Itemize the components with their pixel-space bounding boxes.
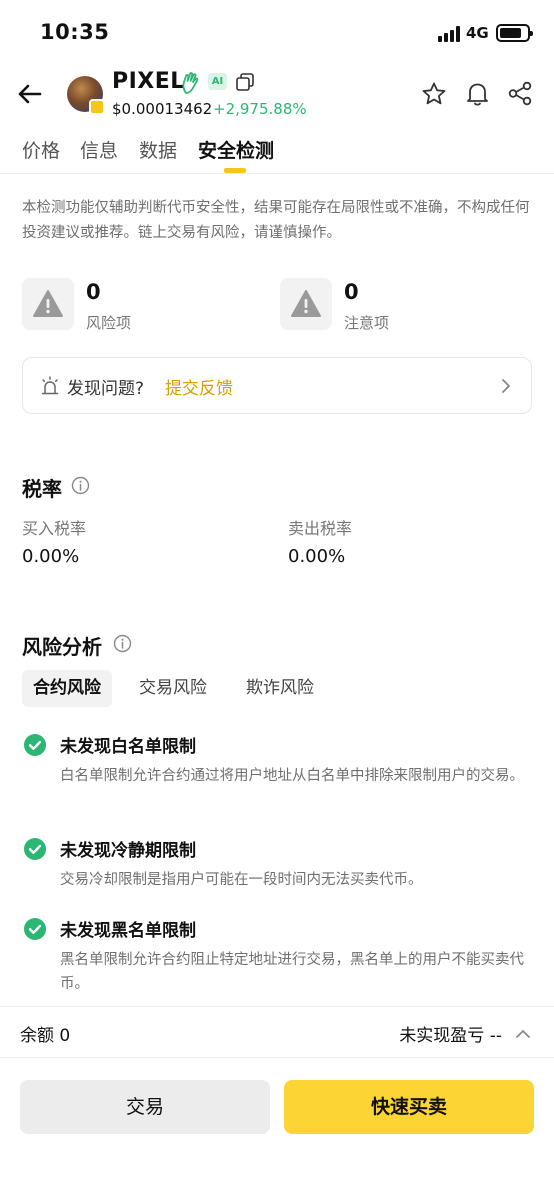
- tax-section-title: 税率: [22, 477, 62, 501]
- trade-button[interactable]: 交易: [20, 1080, 270, 1134]
- check-circle-icon: [24, 734, 46, 756]
- chain-badge-icon: [89, 99, 105, 115]
- check-title: 未发现白名单限制: [60, 737, 196, 757]
- status-bar: 10:35 4G: [0, 0, 554, 66]
- feedback-prompt: 发现问题?: [67, 379, 145, 399]
- sell-tax-value: 0.00%: [288, 546, 346, 567]
- risk-count-card: 0 风险项: [22, 278, 252, 334]
- warning-icon: [33, 290, 63, 317]
- tab-info[interactable]: 信息: [80, 136, 118, 163]
- attention-count-label: 注意项: [344, 314, 390, 332]
- balance-bar[interactable]: 余额 0 未实现盈亏 --: [0, 1006, 554, 1058]
- quick-trade-button[interactable]: 快速买卖: [284, 1080, 534, 1134]
- risk-section-title: 风险分析: [22, 635, 102, 659]
- check-circle-icon: [24, 838, 46, 860]
- tab-price[interactable]: 价格: [22, 136, 60, 163]
- risk-count: 0: [86, 280, 101, 304]
- check-title: 未发现黑名单限制: [60, 921, 196, 941]
- chevron-up-icon[interactable]: [514, 1025, 532, 1043]
- warning-icon: [291, 290, 321, 317]
- check-title: 未发现冷静期限制: [60, 841, 196, 861]
- feedback-banner[interactable]: 发现问题? 提交反馈: [22, 357, 532, 414]
- check-description: 黑名单限制允许合约阻止特定地址进行交易，黑名单上的用户不能买卖代币。: [60, 952, 524, 992]
- check-description: 白名单限制允许合约通过将用户地址从白名单中排除来限制用户的交易。: [60, 768, 524, 784]
- bell-icon[interactable]: [464, 80, 491, 107]
- submit-feedback-link[interactable]: 提交反馈: [165, 374, 233, 399]
- network-label: 4G: [466, 24, 489, 42]
- tab-contract-risk[interactable]: 合约风险: [22, 670, 112, 707]
- star-icon[interactable]: [421, 81, 447, 107]
- warning-icon-box: [22, 278, 74, 330]
- price-change: +2,975.88%: [213, 100, 307, 118]
- back-arrow-icon: [18, 84, 42, 104]
- buy-tax-value: 0.00%: [22, 546, 80, 567]
- sell-tax-label: 卖出税率: [288, 519, 353, 538]
- copy-icon[interactable]: [235, 72, 255, 92]
- coin-name: PIXEL: [112, 69, 185, 94]
- alarm-light-icon: [41, 376, 59, 395]
- info-icon[interactable]: [113, 634, 132, 653]
- check-circle-icon: [24, 918, 46, 940]
- tab-security-check[interactable]: 安全检测: [198, 136, 274, 163]
- check-description: 交易冷却限制是指用户可能在一段时间内无法买卖代币。: [60, 872, 423, 888]
- back-button[interactable]: [14, 78, 46, 110]
- detail-tabs: 价格 信息 数据 安全检测: [0, 126, 554, 174]
- signal-icon: [438, 26, 462, 42]
- hand-icon: [182, 72, 199, 94]
- buy-tax-label: 买入税率: [22, 519, 87, 538]
- coin-price: $0.00013462: [112, 100, 213, 118]
- tab-fraud-risk[interactable]: 欺诈风险: [246, 670, 314, 707]
- tab-trading-risk[interactable]: 交易风险: [139, 670, 207, 707]
- battery-icon: [496, 24, 533, 42]
- disclaimer-text: 本检测功能仅辅助判断代币安全性，结果可能存在局限性或不准确，不构成任何投资建议或…: [22, 200, 530, 241]
- unrealized-pnl-text: 未实现盈亏 --: [399, 1026, 502, 1046]
- attention-count-card: 0 注意项: [280, 278, 510, 334]
- active-tab-indicator: [224, 168, 246, 173]
- chevron-right-icon: [502, 379, 510, 393]
- share-icon[interactable]: [507, 80, 534, 107]
- tab-data[interactable]: 数据: [139, 136, 177, 163]
- info-icon[interactable]: [71, 476, 90, 495]
- status-time: 10:35: [40, 20, 110, 44]
- coin-header: PIXEL AI $0.00013462 +2,975.88%: [0, 66, 554, 126]
- ai-badge: AI: [208, 73, 227, 90]
- attention-count: 0: [344, 280, 359, 304]
- warning-icon-box: [280, 278, 332, 330]
- balance-text: 余额 0: [20, 1026, 71, 1046]
- risk-count-label: 风险项: [86, 314, 132, 332]
